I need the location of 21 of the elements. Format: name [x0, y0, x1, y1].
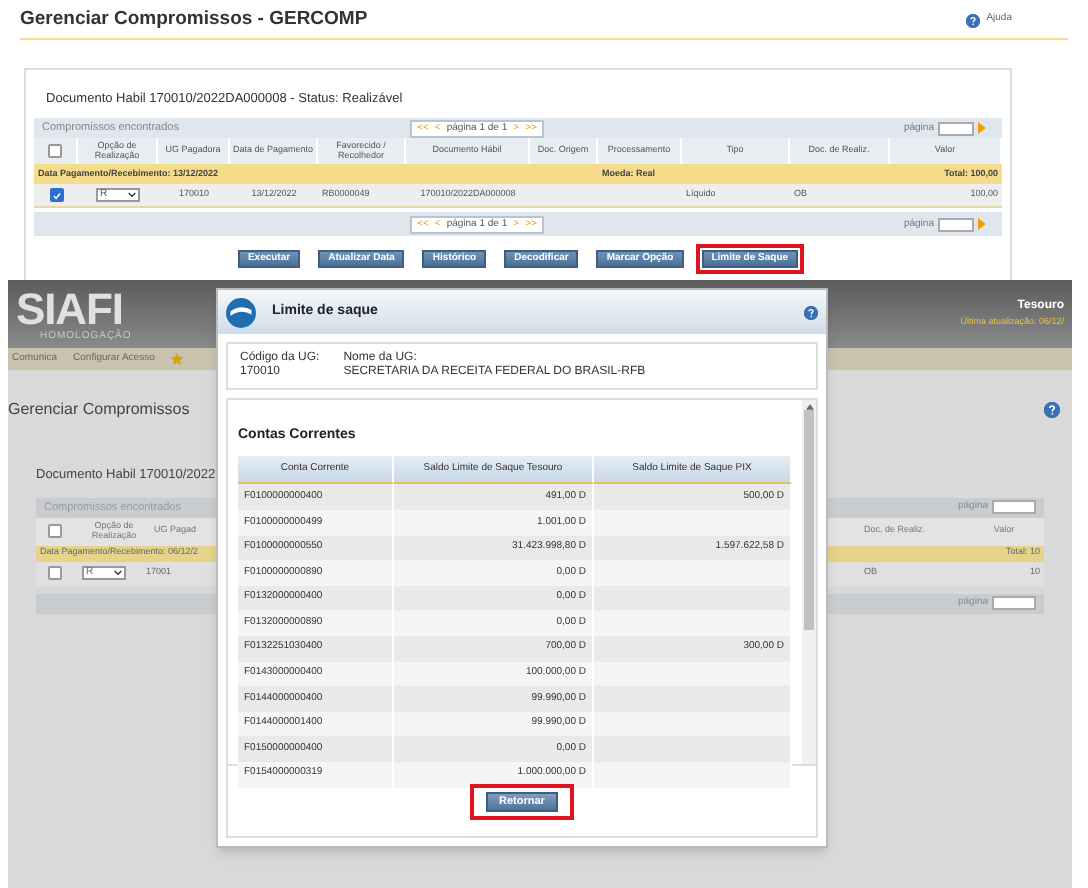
- logo-text: SIAFI: [16, 287, 123, 331]
- select-all-checkbox[interactable]: [48, 144, 62, 159]
- scrollbar[interactable]: [802, 400, 816, 765]
- page-input[interactable]: [992, 596, 1036, 611]
- logo-icon: [226, 297, 256, 327]
- chevron-down-icon: [128, 192, 136, 199]
- page-input[interactable]: [937, 121, 974, 136]
- select-all-checkbox[interactable]: [48, 524, 62, 539]
- page-input[interactable]: [937, 217, 974, 232]
- page-title: Gerenciar Compromissos - GERCOMP: [20, 6, 368, 34]
- page-title: Gerenciar Compromissos: [8, 398, 190, 422]
- help-icon[interactable]: [1044, 402, 1060, 418]
- go-arrow-icon[interactable]: [977, 218, 986, 231]
- chevron-down-icon: [114, 570, 122, 577]
- star-icon[interactable]: [170, 352, 185, 366]
- row-checkbox[interactable]: [48, 566, 62, 581]
- row-checkbox[interactable]: [49, 188, 63, 203]
- scroll-up-arrow-icon[interactable]: [805, 404, 813, 411]
- page-input[interactable]: [992, 500, 1036, 515]
- help-icon[interactable]: [966, 13, 981, 28]
- help-icon[interactable]: [804, 305, 818, 319]
